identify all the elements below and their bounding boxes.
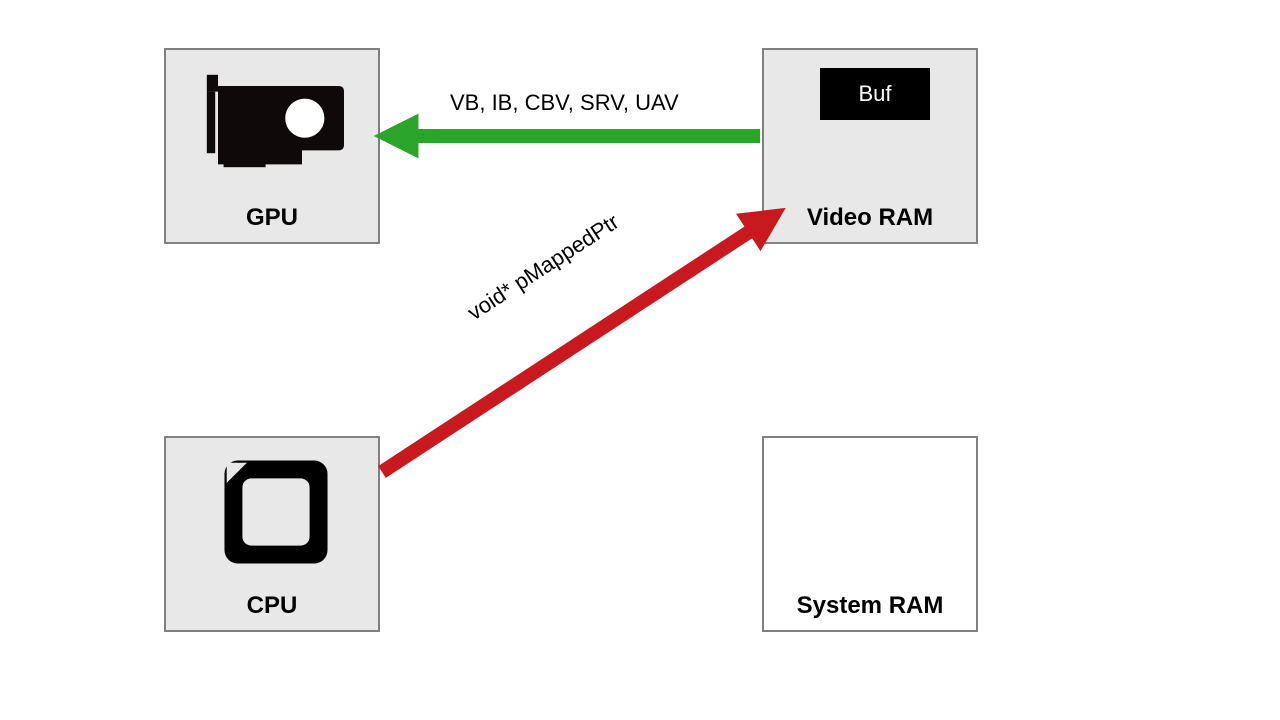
- system-ram-box: System RAM: [762, 436, 978, 632]
- green-arrow-label: VB, IB, CBV, SRV, UAV: [450, 90, 679, 116]
- video-ram-label: Video RAM: [764, 204, 976, 232]
- cpu-box: CPU: [164, 436, 380, 632]
- cpu-icon: [220, 456, 332, 568]
- video-ram-box: Buf Video RAM: [762, 48, 978, 244]
- gpu-label: GPU: [166, 204, 378, 232]
- system-ram-label: System RAM: [764, 592, 976, 620]
- red-arrow-label: void* pMappedPtr: [463, 209, 624, 326]
- buf-label: Buf: [858, 81, 891, 107]
- buf-chip: Buf: [820, 68, 930, 120]
- cpu-label: CPU: [166, 592, 378, 620]
- gpu-icon: [204, 72, 344, 170]
- gpu-box: GPU: [164, 48, 380, 244]
